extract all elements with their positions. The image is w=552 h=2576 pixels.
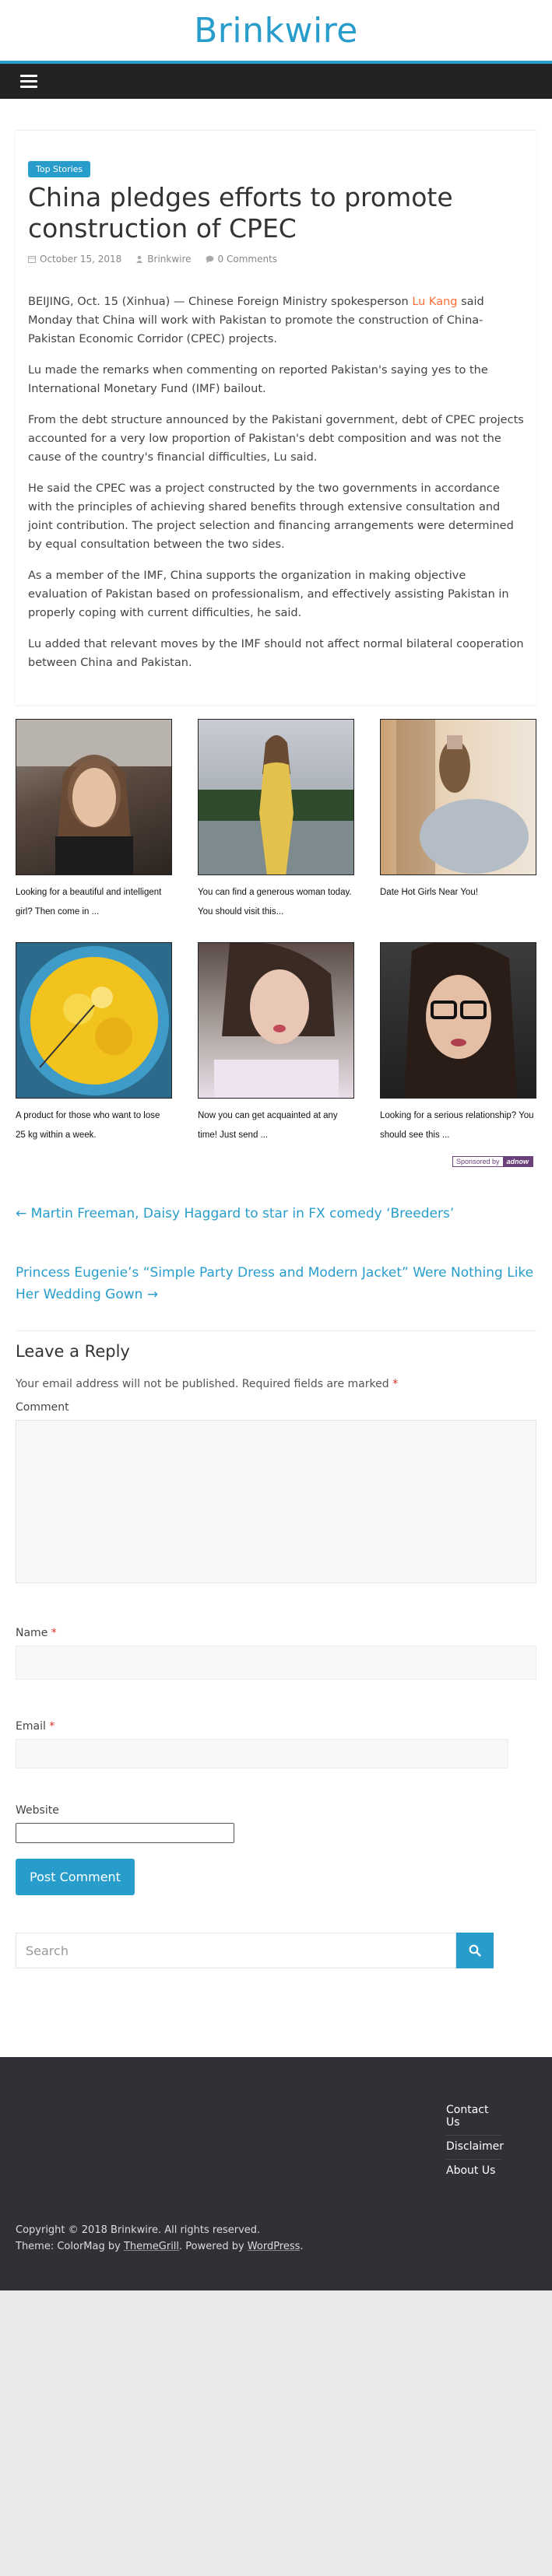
email-label: Email *: [16, 1720, 55, 1733]
meta-comments[interactable]: 0 Comments: [206, 254, 278, 265]
calendar-icon: [28, 256, 36, 263]
site-footer: Contact Us Disclaimer About Us Copyright…: [0, 2057, 552, 2290]
site-header: Brinkwire: [0, 0, 552, 64]
paragraph-3: From the debt structure announced by the…: [28, 414, 524, 464]
footer-link-about[interactable]: About Us: [446, 2160, 501, 2183]
paragraph-2: Lu made the remarks when commenting on r…: [28, 364, 488, 395]
sponsored-card[interactable]: A product for those who want to lose 25 …: [16, 942, 172, 1145]
paragraph-5: As a member of the IMF, China supports t…: [28, 570, 509, 619]
sponsored-caption[interactable]: Now you can get acquainted at any time! …: [198, 1106, 354, 1145]
meta-date-text: October 15, 2018: [40, 254, 122, 265]
name-field[interactable]: [16, 1645, 536, 1680]
email-field[interactable]: [16, 1739, 508, 1768]
search-form: Search: [0, 1933, 552, 1968]
sponsored-caption[interactable]: A product for those who want to lose 25 …: [16, 1106, 172, 1145]
sponsored-caption[interactable]: Looking for a beautiful and intelligent …: [16, 883, 172, 922]
paragraph-6: Lu added that relevant moves by the IMF …: [28, 638, 524, 669]
sponsored-thumbnail[interactable]: [380, 719, 536, 875]
page: Brinkwire Top Stories China pledges effo…: [0, 0, 552, 2290]
sponsored-thumbnail[interactable]: [198, 719, 354, 875]
sponsored-section: Looking for a beautiful and intelligent …: [0, 719, 552, 1167]
sponsored-card[interactable]: Date Hot Girls Near You!: [380, 719, 536, 922]
article-meta: October 15, 2018 Brinkwire 0 Comments: [28, 254, 524, 265]
meta-author[interactable]: Brinkwire: [135, 254, 192, 265]
spokesperson-link[interactable]: Lu Kang: [412, 296, 457, 308]
paragraph-4: He said the CPEC was a project construct…: [28, 482, 514, 551]
paragraph-1: BEIJING, Oct. 15 (Xinhua) — Chinese Fore…: [28, 296, 484, 345]
next-post-link[interactable]: Princess Eugenie’s “Simple Party Dress a…: [16, 1262, 536, 1331]
wordpress-link[interactable]: WordPress: [248, 2241, 301, 2252]
search-button[interactable]: [456, 1933, 494, 1968]
sponsored-card[interactable]: You can find a generous woman today. You…: [198, 719, 354, 922]
nav-bar: [0, 64, 552, 99]
comment-icon: [206, 255, 214, 263]
comment-label: Comment: [16, 1401, 69, 1414]
meta-author-text: Brinkwire: [147, 254, 192, 265]
article-body: BEIJING, Oct. 15 (Xinhua) — Chinese Fore…: [28, 293, 524, 672]
previous-post-link[interactable]: ← Martin Freeman, Daisy Haggard to star …: [16, 1203, 536, 1225]
website-label: Website: [16, 1804, 59, 1817]
hamburger-menu-icon[interactable]: [20, 75, 37, 88]
sponsored-card[interactable]: Looking for a serious relationship? You …: [380, 942, 536, 1145]
sponsored-card[interactable]: Now you can get acquainted at any time! …: [198, 942, 354, 1145]
article-title: China pledges efforts to promote constru…: [28, 182, 453, 244]
main-content: Top Stories China pledges efforts to pro…: [0, 99, 552, 705]
sponsored-thumbnail[interactable]: [198, 942, 354, 1099]
theme-credit: Theme: ColorMag by ThemeGrill. Powered b…: [16, 2241, 304, 2252]
sponsored-thumbnail[interactable]: [16, 942, 172, 1099]
site-title[interactable]: Brinkwire: [194, 11, 358, 51]
footer-links: Contact Us Disclaimer About Us: [446, 2099, 504, 2183]
meta-comments-text: 0 Comments: [217, 254, 278, 265]
footer-link-contact[interactable]: Contact Us: [446, 2099, 501, 2136]
reply-heading: Leave a Reply: [16, 1342, 130, 1361]
article: Top Stories China pledges efforts to pro…: [16, 130, 536, 705]
themegrill-link[interactable]: ThemeGrill: [124, 2241, 179, 2252]
sponsored-caption[interactable]: Looking for a serious relationship? You …: [380, 1106, 536, 1145]
adnow-logo: adnow: [502, 1157, 533, 1166]
name-label: Name *: [16, 1627, 57, 1639]
sponsored-by-badge[interactable]: Sponsored by adnow: [452, 1156, 533, 1167]
required-note: Your email address will not be published…: [16, 1378, 399, 1390]
sponsored-card[interactable]: Looking for a beautiful and intelligent …: [16, 719, 172, 922]
search-input[interactable]: Search: [16, 1933, 456, 1968]
search-icon: [469, 1944, 481, 1957]
sponsored-thumbnail[interactable]: [380, 942, 536, 1099]
copyright-text: Copyright © 2018 Brinkwire. All rights r…: [16, 2224, 261, 2236]
sponsored-caption[interactable]: Date Hot Girls Near You!: [380, 883, 536, 922]
user-icon: [136, 255, 143, 263]
comment-textarea[interactable]: [16, 1420, 536, 1583]
sponsored-badge-row: Sponsored by adnow: [16, 1156, 536, 1167]
comment-form: Leave a Reply Your email address will no…: [0, 1331, 552, 1933]
website-field[interactable]: [16, 1823, 234, 1843]
footer-link-disclaimer[interactable]: Disclaimer: [446, 2136, 504, 2160]
sponsored-caption[interactable]: You can find a generous woman today. You…: [198, 883, 354, 922]
meta-date[interactable]: October 15, 2018: [28, 254, 121, 265]
sponsored-thumbnail[interactable]: [16, 719, 172, 875]
footer-copyright: Copyright © 2018 Brinkwire. All rights r…: [16, 2222, 304, 2255]
post-comment-button[interactable]: Post Comment: [16, 1859, 135, 1895]
category-badge[interactable]: Top Stories: [28, 161, 91, 177]
post-navigation: ← Martin Freeman, Daisy Haggard to star …: [0, 1203, 552, 1331]
sponsored-grid: Looking for a beautiful and intelligent …: [16, 719, 536, 1165]
